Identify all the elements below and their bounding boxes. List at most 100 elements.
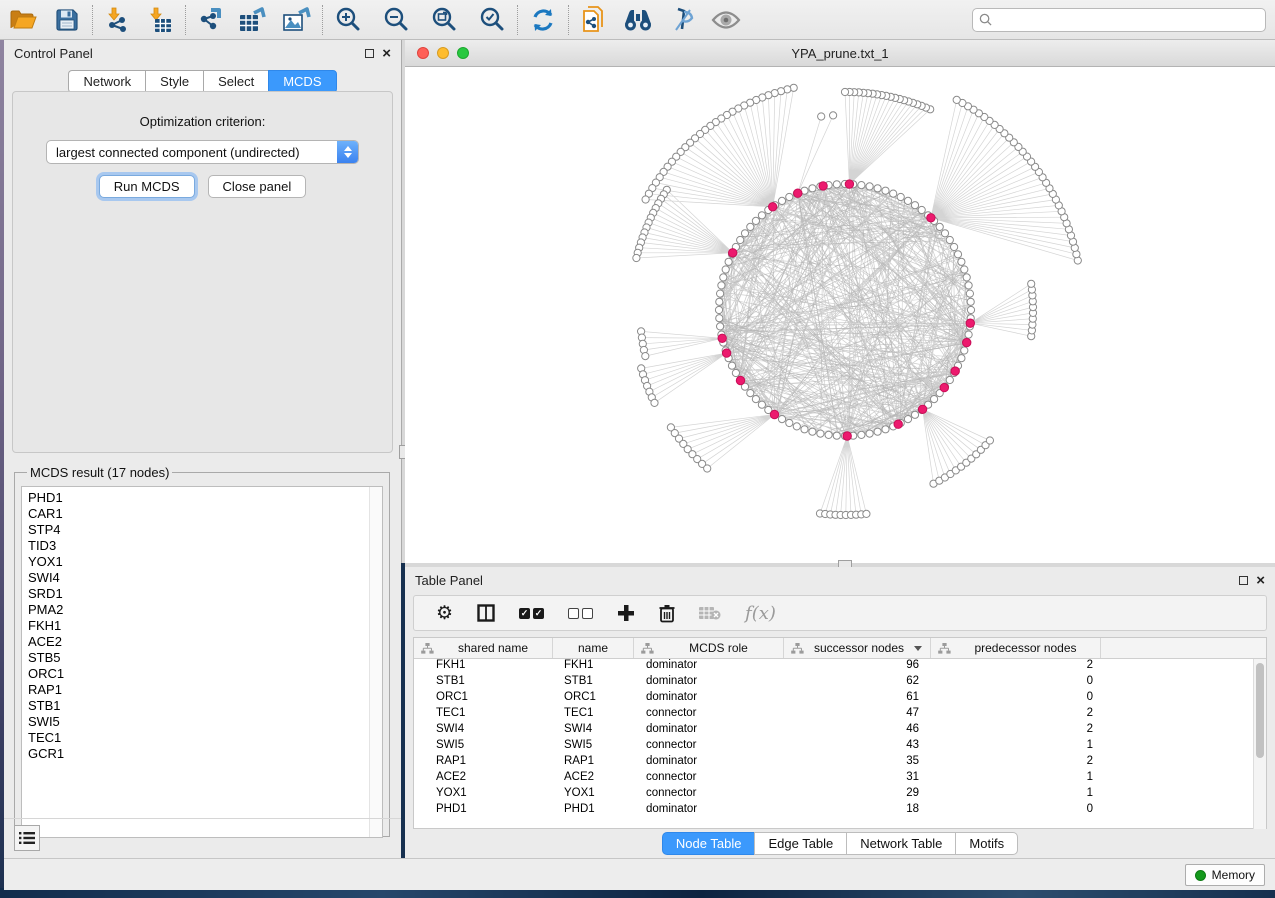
cell-mcds_role[interactable]: dominator bbox=[634, 755, 784, 771]
mcds-hub-node[interactable] bbox=[927, 214, 935, 222]
cell-name[interactable]: ORC1 bbox=[553, 691, 634, 707]
mcds-node-item[interactable]: RAP1 bbox=[28, 682, 382, 698]
ring-node[interactable] bbox=[786, 419, 793, 426]
table-row[interactable]: STB1STB1dominator620 bbox=[414, 675, 1266, 691]
mcds-node-item[interactable]: STP4 bbox=[28, 522, 382, 538]
leaf-node[interactable] bbox=[633, 254, 640, 261]
ring-node[interactable] bbox=[965, 282, 972, 289]
cell-name[interactable]: STB1 bbox=[553, 675, 634, 691]
leaf-node[interactable] bbox=[841, 88, 848, 95]
ring-node[interactable] bbox=[725, 258, 732, 265]
ring-node[interactable] bbox=[801, 426, 808, 433]
show-graphics-details-icon[interactable] bbox=[709, 4, 743, 36]
ring-node[interactable] bbox=[833, 432, 840, 439]
cell-successor_nodes[interactable]: 18 bbox=[784, 803, 931, 819]
ring-node[interactable] bbox=[866, 430, 873, 437]
tab-style[interactable]: Style bbox=[145, 70, 203, 93]
cell-shared_name[interactable]: PHD1 bbox=[414, 803, 553, 819]
ring-node[interactable] bbox=[715, 306, 722, 313]
cell-predecessor_nodes[interactable]: 2 bbox=[931, 659, 1101, 675]
zoom-selected-icon[interactable] bbox=[475, 4, 509, 36]
cell-name[interactable]: SWI4 bbox=[553, 723, 634, 739]
leaf-node[interactable] bbox=[642, 196, 649, 203]
column-header-predecessor-nodes[interactable]: predecessor nodes bbox=[931, 638, 1101, 658]
cell-mcds_role[interactable]: dominator bbox=[634, 659, 784, 675]
cell-predecessor_nodes[interactable]: 0 bbox=[931, 675, 1101, 691]
tab-node-table[interactable]: Node Table bbox=[662, 832, 755, 855]
cell-mcds_role[interactable]: dominator bbox=[634, 675, 784, 691]
cell-mcds_role[interactable]: connector bbox=[634, 707, 784, 723]
ring-node[interactable] bbox=[732, 369, 739, 376]
ring-node[interactable] bbox=[946, 236, 953, 243]
cell-mcds_role[interactable]: connector bbox=[634, 787, 784, 803]
add-column-icon[interactable] bbox=[617, 604, 635, 622]
network-file-share-icon[interactable] bbox=[577, 4, 611, 36]
ring-node[interactable] bbox=[961, 347, 968, 354]
panel-list-menu-button[interactable] bbox=[14, 825, 40, 851]
tab-edge-table[interactable]: Edge Table bbox=[754, 832, 846, 855]
cell-shared_name[interactable]: YOX1 bbox=[414, 787, 553, 803]
mcds-node-item[interactable]: YOX1 bbox=[28, 554, 382, 570]
ring-node[interactable] bbox=[911, 411, 918, 418]
ring-node[interactable] bbox=[946, 376, 953, 383]
table-row[interactable]: FKH1FKH1dominator962 bbox=[414, 659, 1266, 675]
zoom-in-icon[interactable] bbox=[331, 4, 365, 36]
tab-select[interactable]: Select bbox=[203, 70, 268, 93]
mcds-hub-node[interactable] bbox=[894, 420, 902, 428]
mcds-node-item[interactable]: PHD1 bbox=[28, 490, 382, 506]
mcds-hub-node[interactable] bbox=[718, 334, 726, 342]
ring-node[interactable] bbox=[904, 197, 911, 204]
ring-node[interactable] bbox=[717, 323, 724, 330]
ring-node[interactable] bbox=[833, 181, 840, 188]
column-header-name[interactable]: name bbox=[553, 638, 634, 658]
ring-node[interactable] bbox=[747, 390, 754, 397]
ring-node[interactable] bbox=[716, 298, 723, 305]
import-network-from-file-icon[interactable] bbox=[101, 4, 135, 36]
tab-mcds[interactable]: MCDS bbox=[268, 70, 336, 93]
cell-shared_name[interactable]: ACE2 bbox=[414, 771, 553, 787]
cell-shared_name[interactable]: STB1 bbox=[414, 675, 553, 691]
tab-network[interactable]: Network bbox=[68, 70, 145, 93]
ring-node[interactable] bbox=[904, 416, 911, 423]
mcds-hub-node[interactable] bbox=[951, 367, 959, 375]
mcds-node-item[interactable]: GCR1 bbox=[28, 746, 382, 762]
import-table-from-file-icon[interactable] bbox=[143, 4, 177, 36]
save-session-icon[interactable] bbox=[50, 4, 84, 36]
cell-successor_nodes[interactable]: 31 bbox=[784, 771, 931, 787]
mcds-hub-node[interactable] bbox=[769, 203, 777, 211]
cell-shared_name[interactable]: TEC1 bbox=[414, 707, 553, 723]
float-panel-icon[interactable] bbox=[365, 49, 374, 58]
close-panel-icon[interactable]: × bbox=[382, 49, 391, 58]
search-input[interactable] bbox=[997, 13, 1259, 27]
cell-predecessor_nodes[interactable]: 0 bbox=[931, 691, 1101, 707]
close-panel-button[interactable]: Close panel bbox=[208, 175, 307, 198]
ring-node[interactable] bbox=[941, 230, 948, 237]
cell-predecessor_nodes[interactable]: 0 bbox=[931, 803, 1101, 819]
deselect-all-checkboxes-icon[interactable] bbox=[568, 608, 593, 619]
export-table-icon[interactable] bbox=[236, 4, 270, 36]
column-header-shared-name[interactable]: shared name bbox=[414, 638, 553, 658]
ring-node[interactable] bbox=[747, 223, 754, 230]
toolbar-search[interactable] bbox=[972, 8, 1266, 32]
cell-name[interactable]: SWI5 bbox=[553, 739, 634, 755]
ring-node[interactable] bbox=[786, 193, 793, 200]
mcds-hub-node[interactable] bbox=[963, 338, 971, 346]
ring-node[interactable] bbox=[716, 315, 723, 322]
cell-name[interactable]: ACE2 bbox=[553, 771, 634, 787]
cell-shared_name[interactable]: FKH1 bbox=[414, 659, 553, 675]
ring-node[interactable] bbox=[793, 423, 800, 430]
ring-node[interactable] bbox=[918, 206, 925, 213]
cell-name[interactable]: YOX1 bbox=[553, 787, 634, 803]
tab-motifs[interactable]: Motifs bbox=[955, 832, 1018, 855]
mcds-hub-node[interactable] bbox=[845, 180, 853, 188]
scrollbar-thumb[interactable] bbox=[1256, 663, 1264, 758]
run-mcds-button[interactable]: Run MCDS bbox=[99, 175, 195, 198]
ring-node[interactable] bbox=[882, 426, 889, 433]
ring-node[interactable] bbox=[966, 290, 973, 297]
ring-node[interactable] bbox=[961, 266, 968, 273]
ring-node[interactable] bbox=[717, 290, 724, 297]
ring-node[interactable] bbox=[882, 187, 889, 194]
cell-successor_nodes[interactable]: 62 bbox=[784, 675, 931, 691]
ring-node[interactable] bbox=[967, 298, 974, 305]
mcds-node-item[interactable]: TEC1 bbox=[28, 730, 382, 746]
